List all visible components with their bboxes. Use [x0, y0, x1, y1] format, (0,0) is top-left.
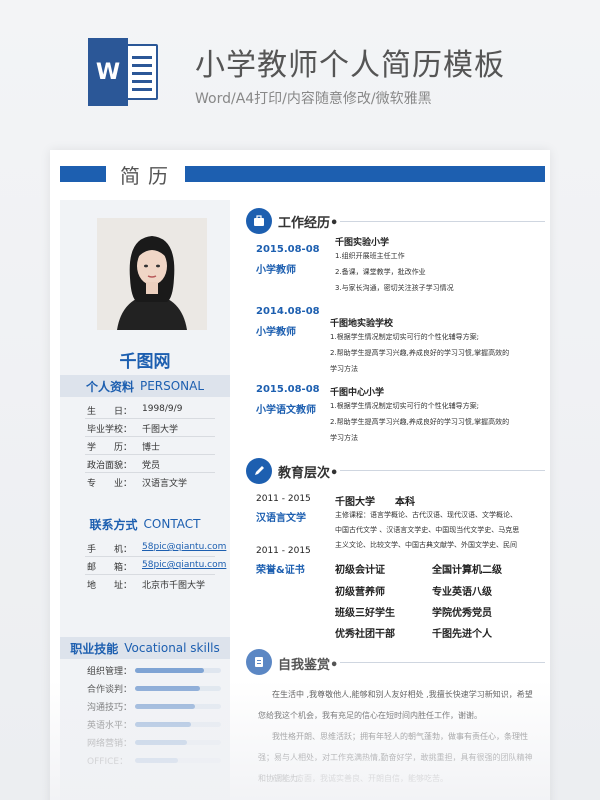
resume-header: 简历 [120, 164, 176, 188]
personal-title-en: PERSONAL [139, 379, 205, 393]
divider [340, 662, 545, 663]
honor-item: 千图先进个人 [432, 629, 492, 640]
skill-bar [135, 668, 221, 673]
work-duty: 学习方法 [330, 365, 358, 373]
work-duty: 学习方法 [330, 434, 358, 442]
honor-item: 全国计算机二级 [432, 565, 502, 576]
phone-link[interactable]: 58pic@qiantu.com [142, 542, 226, 555]
self-eval-paragraph: 在为人方面，我诚实善良、开朗自信，能够吃苦。 [272, 774, 448, 783]
personal-row: 学 历： 博士 [87, 443, 161, 453]
work-duty: 1.根据学生情况制定切实可行的个性化辅导方案; [330, 333, 480, 341]
skill-bar [135, 758, 221, 763]
skill-label: 组织管理： [87, 667, 133, 677]
skill-bar-fill [135, 722, 191, 727]
skill-row: 合作谈判： [87, 682, 221, 695]
pencil-icon [246, 458, 272, 484]
skill-bar [135, 704, 221, 709]
personal-section-header: 个人资料 PERSONAL [60, 375, 230, 397]
skill-bar [135, 740, 221, 745]
template-subtitle: Word/A4打印/内容随意修改/微软雅黑 [195, 91, 432, 107]
candidate-name: 千图网 [119, 352, 171, 372]
contact-row: 地 址： 北京市千图大学 [87, 581, 206, 591]
skill-row: 沟通技巧： [87, 700, 221, 713]
honor-item: 初级营养师 [335, 587, 385, 598]
skill-row: 网络营销： [87, 736, 221, 749]
work-org: 千图实验小学 [335, 238, 390, 248]
edu-course: 主义文论、比较文学、中国古典文献学、外国文学史、民间 [335, 541, 517, 549]
skills-title-cn: 职业技能 [70, 641, 119, 656]
document-icon [246, 649, 272, 675]
honor-item: 班级三好学生 [335, 608, 395, 619]
email-link[interactable]: 58pic@qiantu.com [142, 560, 226, 573]
work-duty: 2.帮助学生提高学习兴趣,养成良好的学习习惯,掌握高效的 [330, 418, 510, 426]
personal-row: 毕业学校： 千图大学 [87, 425, 179, 435]
template-title: 小学教师个人简历模板 [195, 48, 505, 83]
education-section-title: 教育层次• [278, 466, 339, 481]
work-date: 2015.08-08 [256, 244, 320, 255]
divider [340, 221, 545, 222]
divider [340, 470, 545, 471]
briefcase-icon [246, 208, 272, 234]
honor-item: 专业英语八级 [432, 587, 492, 598]
personal-row: 生 日： 1998/9/9 [87, 404, 183, 417]
work-date: 2014.08-08 [256, 306, 320, 317]
skill-row: 英语水平： [87, 718, 221, 731]
edu-school: 千图大学 本科 [335, 497, 415, 508]
personal-row: 专 业： 汉语言文学 [87, 479, 188, 489]
honor-item: 初级会计证 [335, 565, 385, 576]
honor-item: 学院优秀党员 [432, 608, 492, 619]
self-eval-title: 自我鉴赏• [278, 658, 339, 673]
skill-bar-fill [135, 758, 178, 763]
header-bar-left [60, 166, 106, 182]
contact-title-cn: 联系方式 [89, 517, 138, 532]
skill-bar-fill [135, 704, 196, 709]
work-date: 2015.08-08 [256, 384, 320, 395]
work-duty: 2.备课，课堂教学，批改作业 [335, 268, 426, 276]
contact-section-header: 联系方式 CONTACT [60, 513, 230, 535]
skills-section-header: 职业技能 Vocational skills [60, 637, 230, 659]
honor-date: 2011 - 2015 [256, 546, 311, 556]
profile-photo [97, 218, 207, 330]
edu-course: 中国古代文学 、汉语言文学史、中国现当代文学史、马克思 [335, 526, 520, 534]
work-org: 千图中心小学 [330, 388, 385, 398]
work-duty: 1.组织开展班主任工作 [335, 252, 405, 260]
honor-label: 荣誉&证书 [256, 565, 305, 576]
skill-row: OFFICE： [87, 754, 221, 767]
skill-bar-fill [135, 740, 187, 745]
edu-major: 汉语言文学 [256, 513, 306, 524]
skill-label: 网络营销： [87, 739, 133, 749]
header-bar-right [185, 166, 545, 182]
work-role: 小学教师 [256, 265, 296, 276]
work-duty: 1.根据学生情况制定切实可行的个性化辅导方案; [330, 402, 480, 410]
skill-bar-fill [135, 686, 200, 691]
self-eval-paragraph: 在生活中 ,我尊敬他人,能够和别人友好相处 ,我擅长快速学习新知识，希望您给我这… [258, 690, 533, 720]
work-role: 小学教师 [256, 327, 296, 338]
edu-date: 2011 - 2015 [256, 494, 311, 504]
skill-bar [135, 722, 221, 727]
word-logo-icon: W [88, 38, 158, 106]
contact-row: 邮 箱： 58pic@qiantu.com [87, 560, 227, 573]
skill-bar-fill [135, 668, 204, 673]
contact-title-en: CONTACT [143, 517, 201, 531]
personal-row: 政治面貌： 党员 [87, 461, 161, 471]
skill-label: OFFICE： [87, 757, 129, 767]
work-duty: 3.与家长沟通，密切关注孩子学习情况 [335, 284, 454, 292]
skill-bar [135, 686, 221, 691]
skill-row: 组织管理： [87, 664, 221, 677]
work-org: 千图地实验学校 [330, 319, 394, 329]
skill-label: 英语水平： [87, 721, 133, 731]
skill-label: 合作谈判： [87, 685, 133, 695]
work-duty: 2.帮助学生提高学习兴趣,养成良好的学习习惯,掌握高效的 [330, 349, 510, 357]
edu-course: 主修课程：语言学概论、古代汉语、现代汉语、文学概论、 [335, 511, 517, 519]
work-role: 小学语文教师 [256, 405, 316, 416]
skill-label: 沟通技巧： [87, 703, 133, 713]
skills-title-en: Vocational skills [124, 641, 220, 655]
work-section-title: 工作经历• [278, 216, 339, 231]
contact-row: 手 机： 58pic@qiantu.com [87, 542, 227, 555]
word-logo-letter: W [88, 38, 128, 106]
personal-title-cn: 个人资料 [85, 379, 134, 394]
honor-item: 优秀社团干部 [335, 629, 395, 640]
